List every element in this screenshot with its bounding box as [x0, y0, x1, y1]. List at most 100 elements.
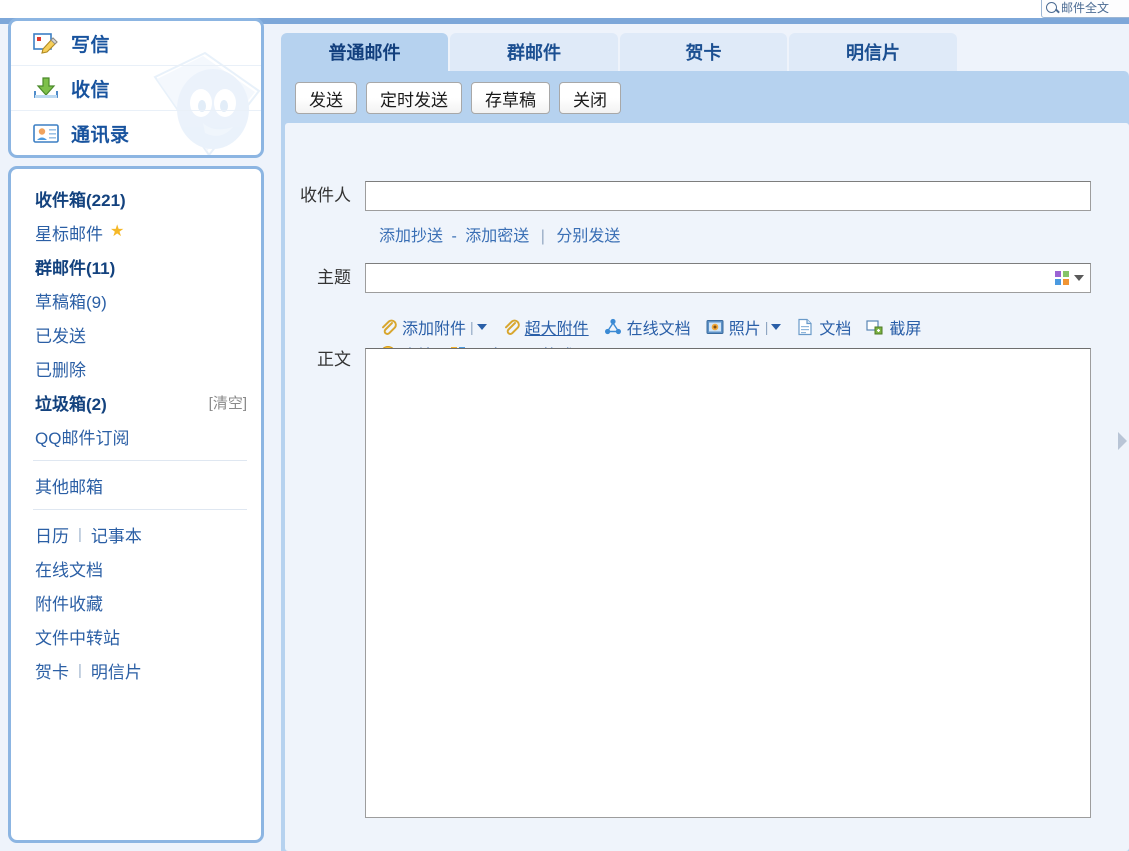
compose-actions-toolbar: 发送 定时发送 存草稿 关闭: [295, 82, 621, 114]
attachment-label: 截屏: [889, 320, 922, 338]
sidebar-item-label: 通讯录: [71, 125, 130, 146]
sidebar-divider: [33, 460, 247, 461]
sidebar-tool-notepad[interactable]: 记事本: [91, 522, 142, 547]
tab-normal-mail[interactable]: 普通邮件: [281, 33, 448, 71]
sidebar-tool-calendar-row: 日历 | 记事本: [11, 517, 261, 551]
color-palette-icon[interactable]: [1055, 271, 1069, 285]
folder-label: 群邮件(11): [35, 258, 116, 278]
sidebar-tool-cards-row: 贺卡 | 明信片: [11, 653, 261, 687]
screenshot-icon: [866, 318, 884, 336]
attachment-label: 超大附件: [524, 320, 589, 338]
paperclip-icon: [502, 318, 520, 336]
sidebar-item-inbox[interactable]: 收信: [11, 66, 261, 111]
sidebar-tool-filehub-row: 文件中转站: [11, 619, 261, 653]
attachment-pipe: |: [470, 318, 474, 335]
sidebar-tool-file-transfer[interactable]: 文件中转站: [35, 624, 120, 649]
sidebar-item-compose[interactable]: 写信: [11, 21, 261, 66]
chevron-down-icon[interactable]: [476, 323, 487, 330]
sidebar-folder-group-mail[interactable]: 群邮件(11): [11, 249, 261, 283]
sidebar-folder-starred[interactable]: 星标邮件 ★: [11, 215, 261, 249]
subject-input[interactable]: [365, 263, 1091, 293]
tool-divider: |: [78, 661, 82, 679]
send-button[interactable]: 发送: [295, 82, 357, 114]
cc-bcc-links: 添加抄送 - 添加密送 | 分别发送: [379, 222, 620, 246]
main-compose-panel: 普通邮件 群邮件 贺卡 明信片 发送 定时发送 存草稿 关闭 收件人 添加抄送 …: [281, 24, 1129, 851]
sidebar-folder-inbox[interactable]: 收件箱(221): [11, 181, 261, 215]
recipient-row: 收件人: [285, 181, 1111, 211]
sidebar-folder-sent[interactable]: 已发送: [11, 317, 261, 351]
folder-label: 已删除: [35, 360, 86, 380]
chevron-down-icon[interactable]: [1074, 275, 1084, 281]
folder-label: 草稿箱(9): [35, 292, 107, 312]
panel-expander-arrow-icon[interactable]: [1118, 432, 1127, 450]
tab-greeting-card[interactable]: 贺卡: [620, 33, 787, 71]
search-placeholder: 邮件全文: [1061, 0, 1110, 15]
chevron-down-icon[interactable]: [771, 323, 782, 330]
tab-group-mail[interactable]: 群邮件: [450, 33, 618, 71]
sidebar-folder-deleted[interactable]: 已删除: [11, 351, 261, 385]
attachment-label: 在线文档: [626, 320, 691, 338]
body-editor[interactable]: [365, 348, 1091, 818]
share-nodes-icon: [604, 318, 622, 336]
inbox-download-icon: [33, 76, 59, 100]
contacts-card-icon: [33, 122, 59, 146]
tab-postcard[interactable]: 明信片: [789, 33, 957, 71]
search-icon: [1046, 1, 1057, 13]
paperclip-icon: [379, 318, 397, 336]
subject-row: 主题: [285, 263, 1111, 293]
sidebar-folder-drafts[interactable]: 草稿箱(9): [11, 283, 261, 317]
sidebar-tool-greeting-card[interactable]: 贺卡: [35, 658, 69, 683]
attachment-label: 文档: [819, 320, 852, 338]
clear-spam-link[interactable]: [清空]: [209, 392, 247, 413]
document-icon: [796, 318, 814, 336]
recipient-label: 收件人: [300, 186, 351, 205]
sidebar-tool-postcard[interactable]: 明信片: [91, 658, 142, 683]
sidebar-folder-subscriptions[interactable]: QQ邮件订阅: [11, 419, 261, 453]
attachment-label: 照片: [728, 320, 761, 338]
sidebar-other-mailbox[interactable]: 其他邮箱: [11, 468, 261, 502]
compose-form: 收件人 添加抄送 - 添加密送 | 分别发送 主题 添加附件 | 超大附件 在线…: [285, 123, 1129, 851]
add-cc-link[interactable]: 添加抄送: [379, 228, 443, 245]
folder-label: 已发送: [35, 326, 86, 346]
close-button[interactable]: 关闭: [559, 82, 621, 114]
tool-divider: |: [78, 525, 82, 543]
large-attachment-button[interactable]: 超大附件: [502, 315, 589, 339]
body-row: 正文: [285, 348, 1111, 818]
sidebar-tool-calendar[interactable]: 日历: [35, 522, 69, 547]
attachment-toolbar-row-1: 添加附件 | 超大附件 在线文档 照片 | 文档 截屏: [379, 313, 1109, 340]
online-document-button[interactable]: 在线文档: [604, 315, 691, 339]
cc-bar: |: [540, 228, 545, 245]
document-button[interactable]: 文档: [796, 315, 851, 339]
recipient-input[interactable]: [365, 181, 1091, 211]
sidebar-folder-spam[interactable]: 垃圾箱(2) [清空]: [11, 385, 261, 419]
sidebar-tool-attachments-row: 附件收藏: [11, 585, 261, 619]
sidebar-tool-attachment-favorites[interactable]: 附件收藏: [35, 590, 103, 615]
sidebar-item-contacts[interactable]: 通讯录: [11, 111, 261, 155]
save-draft-button[interactable]: 存草稿: [471, 82, 550, 114]
top-strip: [0, 0, 1129, 18]
sidebar-item-label: 写信: [71, 34, 111, 56]
add-bcc-link[interactable]: 添加密送: [465, 228, 529, 245]
photo-button[interactable]: 照片 |: [706, 315, 782, 339]
qq-mail-compose-page: 邮件全文 写信 收信 通讯录 收件箱(221) 星标邮件 ★ 群邮件(11) 草…: [0, 0, 1129, 851]
sidebar-tool-online-doc-row: 在线文档: [11, 551, 261, 585]
search-box[interactable]: 邮件全文: [1041, 0, 1129, 18]
schedule-send-button[interactable]: 定时发送: [366, 82, 462, 114]
attachment-label: 添加附件: [402, 320, 467, 338]
folder-label: 其他邮箱: [35, 477, 103, 497]
body-label: 正文: [317, 350, 351, 369]
sidebar-nav-panel: 写信 收信 通讯录: [8, 18, 264, 158]
subject-label: 主题: [317, 268, 351, 287]
separate-send-link[interactable]: 分别发送: [556, 228, 620, 245]
add-attachment-button[interactable]: 添加附件 |: [379, 315, 487, 339]
sidebar-divider-2: [33, 509, 247, 510]
sidebar-folders-panel: 收件箱(221) 星标邮件 ★ 群邮件(11) 草稿箱(9) 已发送 已删除 垃…: [8, 166, 264, 843]
folder-label: 收件箱(221): [35, 190, 126, 210]
compose-tabbar: 普通邮件 群邮件 贺卡 明信片: [281, 33, 1129, 71]
folder-label: QQ邮件订阅: [35, 428, 130, 448]
photo-icon: [706, 318, 724, 336]
sidebar-tool-online-doc[interactable]: 在线文档: [35, 556, 103, 581]
attachment-pipe: |: [764, 318, 769, 335]
compose-pencil-icon: [33, 31, 59, 55]
screenshot-button[interactable]: 截屏: [866, 315, 921, 339]
